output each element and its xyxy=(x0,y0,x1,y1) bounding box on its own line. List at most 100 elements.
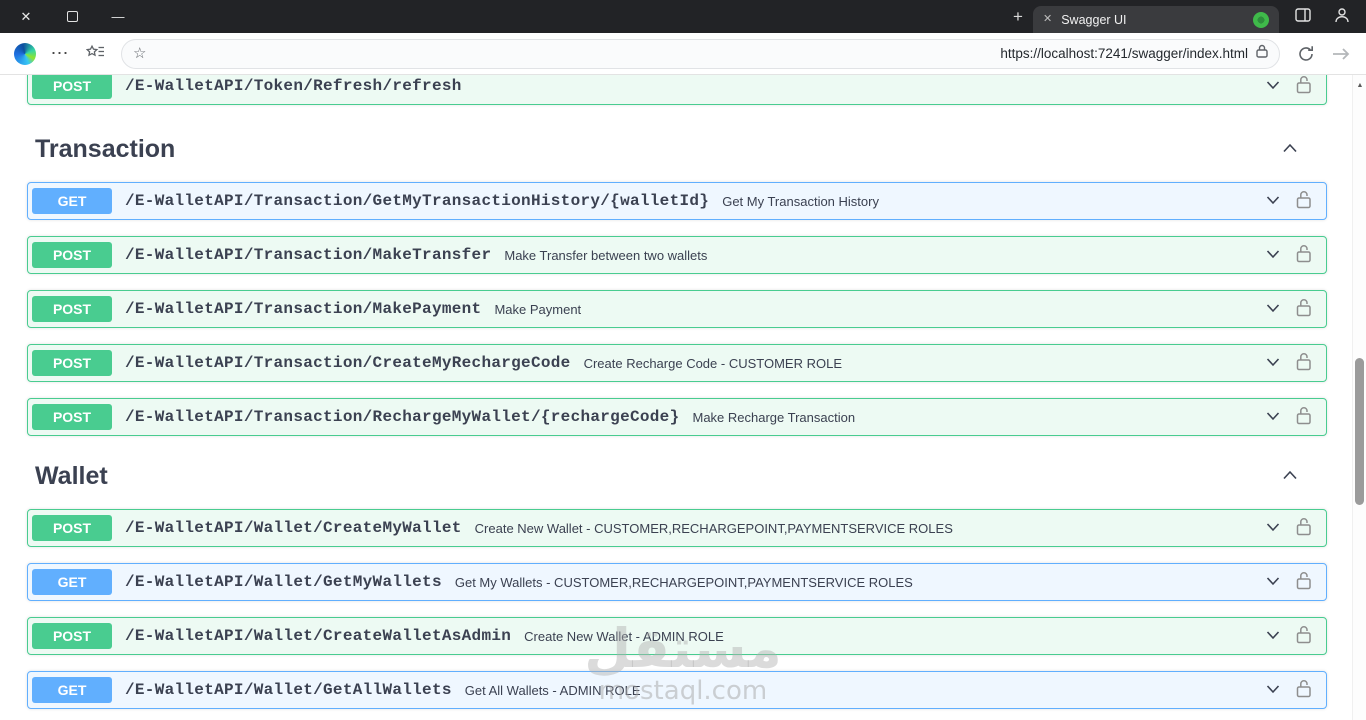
expand-button[interactable] xyxy=(1263,625,1283,648)
section-header-wallet[interactable]: Wallet xyxy=(27,460,1327,492)
endpoint-row[interactable]: POST /E-WalletAPI/Transaction/CreateMyRe… xyxy=(27,344,1327,382)
window-maximize-button[interactable] xyxy=(58,0,86,33)
method-badge: POST xyxy=(32,296,112,322)
unlock-icon xyxy=(1296,298,1312,320)
endpoint-path: /E-WalletAPI/Token/Refresh/refresh xyxy=(125,77,462,95)
section-collapse-button[interactable] xyxy=(1279,464,1301,489)
endpoint-description: Make Payment xyxy=(494,301,582,317)
auth-lock-button[interactable] xyxy=(1296,517,1312,539)
auth-lock-button[interactable] xyxy=(1296,75,1312,97)
chevron-down-icon xyxy=(1263,352,1283,375)
endpoint-row[interactable]: POST /E-WalletAPI/Wallet/CreateWalletAsA… xyxy=(27,617,1327,655)
expand-button[interactable] xyxy=(1263,517,1283,540)
auth-lock-button[interactable] xyxy=(1296,190,1312,212)
unlock-icon xyxy=(1296,406,1312,428)
endpoint-row[interactable]: POST /E-WalletAPI/Transaction/RechargeMy… xyxy=(27,398,1327,436)
window-minimize-button[interactable]: — xyxy=(104,0,132,33)
endpoint-path: /E-WalletAPI/Transaction/CreateMyRecharg… xyxy=(125,354,571,372)
method-badge: GET xyxy=(32,569,112,595)
auth-lock-button[interactable] xyxy=(1296,625,1312,647)
edge-logo-icon xyxy=(14,42,36,65)
endpoint-path: /E-WalletAPI/Wallet/CreateWalletAsAdmin xyxy=(125,627,512,645)
tab-close-button[interactable]: ✕ xyxy=(1043,14,1052,25)
favorites-bar-button[interactable] xyxy=(80,38,110,70)
expand-button[interactable] xyxy=(1263,75,1283,98)
endpoint-row[interactable]: POST /E-WalletAPI/Transaction/MakeTransf… xyxy=(27,236,1327,274)
more-menu-button[interactable]: ⋯ xyxy=(45,38,75,70)
unlock-icon xyxy=(1296,352,1312,374)
favorites-icon xyxy=(85,44,105,63)
unlock-icon xyxy=(1296,517,1312,539)
endpoint-path: /E-WalletAPI/Wallet/GetMyWallets xyxy=(125,573,442,591)
plus-icon: + xyxy=(1013,7,1023,26)
expand-button[interactable] xyxy=(1263,190,1283,213)
auth-lock-button[interactable] xyxy=(1296,571,1312,593)
browser-logo-button[interactable] xyxy=(10,38,40,70)
scrollbar-thumb[interactable] xyxy=(1355,358,1364,505)
section-collapse-button[interactable] xyxy=(1279,137,1301,162)
scrollbar[interactable]: ▲ xyxy=(1352,75,1366,720)
auth-lock-button[interactable] xyxy=(1296,679,1312,701)
section-header-transaction[interactable]: Transaction xyxy=(27,133,1327,165)
chevron-up-icon xyxy=(1279,464,1301,489)
endpoint-description: Make Transfer between two wallets xyxy=(504,247,708,263)
chevron-down-icon xyxy=(1263,298,1283,321)
scroll-up-button[interactable]: ▲ xyxy=(1353,75,1366,91)
unlock-icon xyxy=(1296,571,1312,593)
unlock-icon xyxy=(1296,244,1312,266)
endpoint-row[interactable]: POST /E-WalletAPI/Transaction/MakePaymen… xyxy=(27,290,1327,328)
endpoint-description: Create New Wallet - ADMIN ROLE xyxy=(524,628,724,644)
minimize-icon: — xyxy=(111,9,125,24)
chevron-down-icon xyxy=(1263,517,1283,540)
expand-button[interactable] xyxy=(1263,298,1283,321)
endpoint-description: Create New Wallet - CUSTOMER,RECHARGEPOI… xyxy=(474,520,953,536)
endpoint-description: Make Recharge Transaction xyxy=(692,409,856,425)
profile-button[interactable] xyxy=(1329,0,1355,33)
refresh-button[interactable] xyxy=(1291,38,1321,70)
window-close-button[interactable]: ✕ xyxy=(12,0,40,33)
ssl-lock-icon[interactable] xyxy=(1256,44,1268,63)
endpoint-description: Get My Wallets - CUSTOMER,RECHARGEPOINT,… xyxy=(454,574,913,590)
window-controls: ✕ — xyxy=(0,0,132,33)
expand-button[interactable] xyxy=(1263,406,1283,429)
auth-lock-button[interactable] xyxy=(1296,244,1312,266)
endpoint-row[interactable]: GET /E-WalletAPI/Wallet/GetAllWallets Ge… xyxy=(27,671,1327,709)
endpoint-path: /E-WalletAPI/Transaction/RechargeMyWalle… xyxy=(125,408,680,426)
expand-button[interactable] xyxy=(1263,352,1283,375)
method-badge: GET xyxy=(32,677,112,703)
method-badge: POST xyxy=(32,242,112,268)
chevron-down-icon xyxy=(1263,571,1283,594)
expand-button[interactable] xyxy=(1263,244,1283,267)
profile-icon xyxy=(1333,6,1351,27)
url-text[interactable]: https://localhost:7241/swagger/index.htm… xyxy=(1000,46,1248,61)
auth-lock-button[interactable] xyxy=(1296,352,1312,374)
unlock-icon xyxy=(1296,190,1312,212)
chevron-down-icon xyxy=(1263,625,1283,648)
endpoint-path: /E-WalletAPI/Transaction/GetMyTransactio… xyxy=(125,192,710,210)
endpoint-row[interactable]: POST /E-WalletAPI/Token/Refresh/refresh xyxy=(27,75,1327,105)
expand-button[interactable] xyxy=(1263,679,1283,702)
auth-lock-button[interactable] xyxy=(1296,406,1312,428)
tab-title: Swagger UI xyxy=(1061,12,1127,27)
expand-button[interactable] xyxy=(1263,571,1283,594)
unlock-icon xyxy=(1296,679,1312,701)
browser-tab[interactable]: ✕ Swagger UI xyxy=(1033,6,1279,33)
endpoint-row[interactable]: POST /E-WalletAPI/Wallet/CreateMyWallet … xyxy=(27,509,1327,547)
section-title: Wallet xyxy=(35,462,108,490)
address-bar[interactable]: ☆ https://localhost:7241/swagger/index.h… xyxy=(121,38,1280,69)
forward-button[interactable] xyxy=(1326,38,1356,70)
split-screen-icon xyxy=(1295,8,1311,25)
bookmark-star-icon[interactable]: ☆ xyxy=(133,46,146,61)
close-icon: ✕ xyxy=(20,8,32,24)
endpoint-row[interactable]: GET /E-WalletAPI/Wallet/GetMyWallets Get… xyxy=(27,563,1327,601)
split-screen-button[interactable] xyxy=(1290,0,1316,33)
endpoint-row[interactable]: GET /E-WalletAPI/Transaction/GetMyTransa… xyxy=(27,182,1327,220)
new-tab-button[interactable]: + xyxy=(1003,0,1033,33)
unlock-icon xyxy=(1296,625,1312,647)
endpoint-path: /E-WalletAPI/Wallet/GetAllWallets xyxy=(125,681,452,699)
swagger-favicon-icon xyxy=(1253,11,1269,28)
method-badge: POST xyxy=(32,404,112,430)
method-badge: GET xyxy=(32,188,112,214)
endpoint-description: Create Recharge Code - CUSTOMER ROLE xyxy=(583,355,842,371)
auth-lock-button[interactable] xyxy=(1296,298,1312,320)
